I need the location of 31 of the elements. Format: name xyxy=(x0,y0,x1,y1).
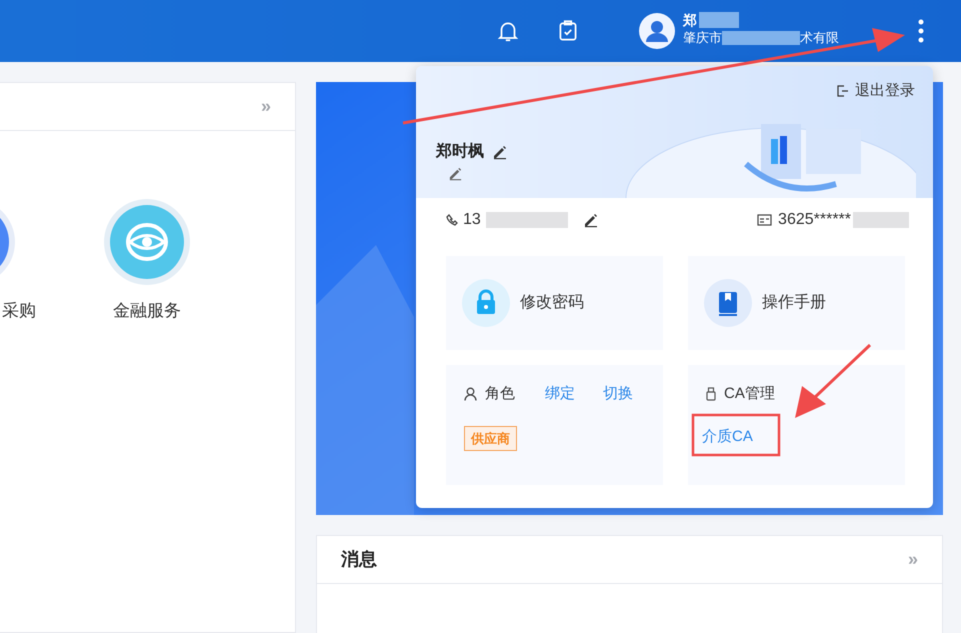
company-name: 肇庆市 xyxy=(683,29,722,47)
redacted-block xyxy=(699,12,739,28)
pencil-icon[interactable] xyxy=(582,212,599,228)
role-tag: 供应商 xyxy=(464,426,517,451)
person-icon xyxy=(464,387,477,402)
role-action-link[interactable]: 切换 xyxy=(603,383,633,406)
menu-tile[interactable]: 修改密码 xyxy=(446,256,663,350)
menu-tile[interactable]: 操作手册 xyxy=(688,256,905,350)
role-action-link[interactable]: 绑定 xyxy=(545,383,575,406)
usb-key-icon xyxy=(706,387,716,402)
user-name: 郑时枫 xyxy=(436,142,484,162)
user-name: 郑 xyxy=(683,11,697,29)
more-icon[interactable] xyxy=(917,19,925,43)
panel-title: 消息 xyxy=(341,548,377,571)
lock-icon xyxy=(462,279,510,327)
app-label[interactable]: 金融服务 xyxy=(113,298,181,324)
app-label[interactable]: 采购 xyxy=(2,298,36,324)
avatar-icon[interactable] xyxy=(639,13,675,49)
redacted-block xyxy=(853,212,909,228)
company-name: 术有限 xyxy=(800,29,839,47)
pencil-icon[interactable] xyxy=(492,144,508,160)
ca-link[interactable]: 介质CA xyxy=(696,422,759,452)
phone-icon xyxy=(446,214,458,226)
ca-label: CA管理 xyxy=(724,384,775,404)
id-card-icon xyxy=(757,214,772,226)
book-icon xyxy=(704,279,752,327)
logout-link[interactable]: 退出登录 xyxy=(855,80,915,102)
id-number: 3625****** xyxy=(778,210,851,230)
phone-number: 13 xyxy=(463,210,481,230)
logout-icon xyxy=(837,85,849,98)
role-label: 角色 xyxy=(485,384,515,404)
